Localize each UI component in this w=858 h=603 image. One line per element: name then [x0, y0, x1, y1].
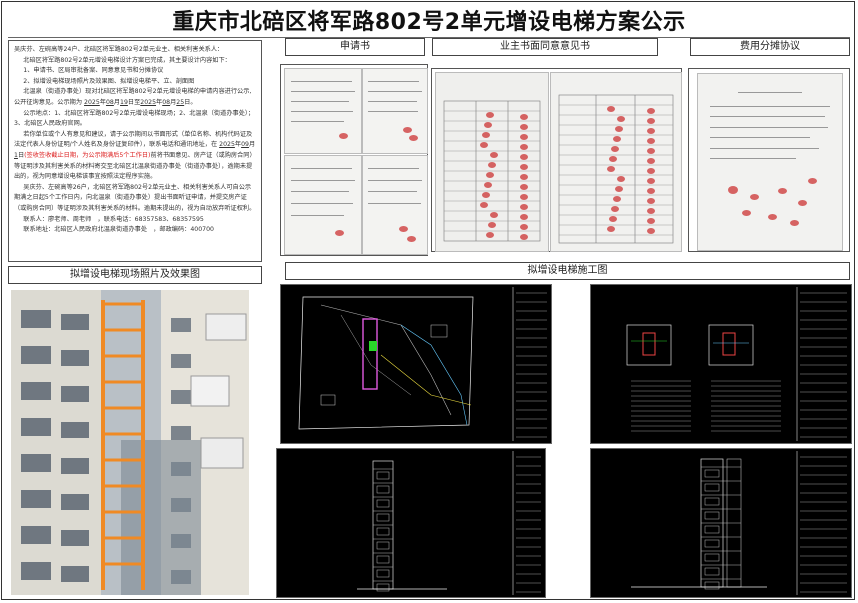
notice-panel: 吴庆芬、左碗高等24户、北碚区将军路802号2单元业主、相关利害关系人： 北碚区… [8, 40, 262, 262]
cost-label: 费用分摊协议 [690, 38, 850, 56]
deadline-month: 09 [241, 141, 249, 149]
notice-venue: 公示地点：1、北碚区将军路802号2单元增设电梯现场；2、北温泉（街道办事处）；… [14, 109, 255, 128]
notice-contact: 联系人：廖老师、周老师 ，联系电话：68357583、68357595 [23, 215, 204, 223]
application-doc-3[interactable] [284, 155, 362, 255]
period-start-day: 19 [120, 98, 128, 106]
application-doc-2[interactable] [362, 68, 428, 154]
notice-paragraph-2: 若你单位或个人有意见和建议，请于公示期间以书面形式（单位名称、机构代码证及法定代… [14, 130, 256, 181]
deadline-day: 1 [14, 151, 18, 159]
notice-salutation: 吴庆芬、左碗高等24户、北碚区将军路802号2单元业主、相关利害关系人： [14, 46, 224, 53]
elevation-drawing-1[interactable] [276, 448, 546, 598]
notice-paragraph-1: 北温泉（街道办事处）现对北碚区将军路802号2单元增设电梯的申请内容进行公示,公… [14, 88, 252, 106]
elevation-render-2 [631, 451, 847, 595]
period-start-month: 08 [105, 98, 114, 106]
consent-table-1 [443, 100, 541, 242]
period-end-day: 25 [176, 98, 185, 106]
site-photo-render [11, 290, 249, 595]
site-plan-render [298, 287, 547, 441]
application-panel [280, 64, 428, 256]
application-doc-1[interactable] [284, 68, 362, 154]
period-end-year: 2025 [140, 98, 157, 106]
plan-section-render [626, 287, 847, 441]
elevation-render-1 [357, 451, 541, 595]
site-photo[interactable] [11, 290, 249, 595]
drawings-label: 拟增设电梯施工图 [285, 262, 850, 280]
application-label: 申请书 [285, 38, 425, 56]
deadline-year: 2025 [219, 141, 235, 149]
page-title: 重庆市北碚区将军路802号2单元增设电梯方案公示 [172, 10, 686, 35]
notice-paragraph-3: 吴庆芬、左碗高等26户，北碚区将军路802号2单元业主、相关利害关系人可自公示期… [14, 183, 256, 212]
period-end-month: 08 [162, 98, 171, 106]
photos-label: 拟增设电梯现场照片及效果图 [8, 266, 262, 284]
application-doc-4[interactable] [362, 155, 428, 255]
consent-table-2 [558, 94, 674, 244]
site-plan-drawing[interactable] [280, 284, 552, 444]
notice-item-2: 2、拟增设电梯现场照片及效果图、拟增设电梯平、立、剖面图 [23, 77, 195, 85]
consent-doc-1[interactable] [435, 72, 549, 252]
period-start-year: 2025 [84, 98, 100, 106]
plan-section-drawing[interactable] [590, 284, 852, 444]
notice-item-1: 1、申请书、区局审批备案、同意意见书和分摊协议 [23, 67, 164, 75]
cost-doc[interactable] [697, 73, 843, 251]
consent-panel [431, 68, 682, 252]
elevation-drawing-2[interactable] [590, 448, 852, 598]
deadline-note: (签收签收截止日期，为公示期满后5个工作日) [24, 151, 151, 159]
consent-doc-2[interactable] [550, 72, 682, 252]
cost-panel [688, 68, 850, 252]
notice-intro: 北碚区将军路802号2单元增设电梯设计方案已完成，其主要设计内容如下： [23, 56, 231, 64]
notice-address: 联系地址：北碚区人民政府北温泉街道办事处 ，邮政编码：400700 [23, 226, 214, 234]
consent-label: 业主书面同意意见书 [432, 38, 658, 56]
